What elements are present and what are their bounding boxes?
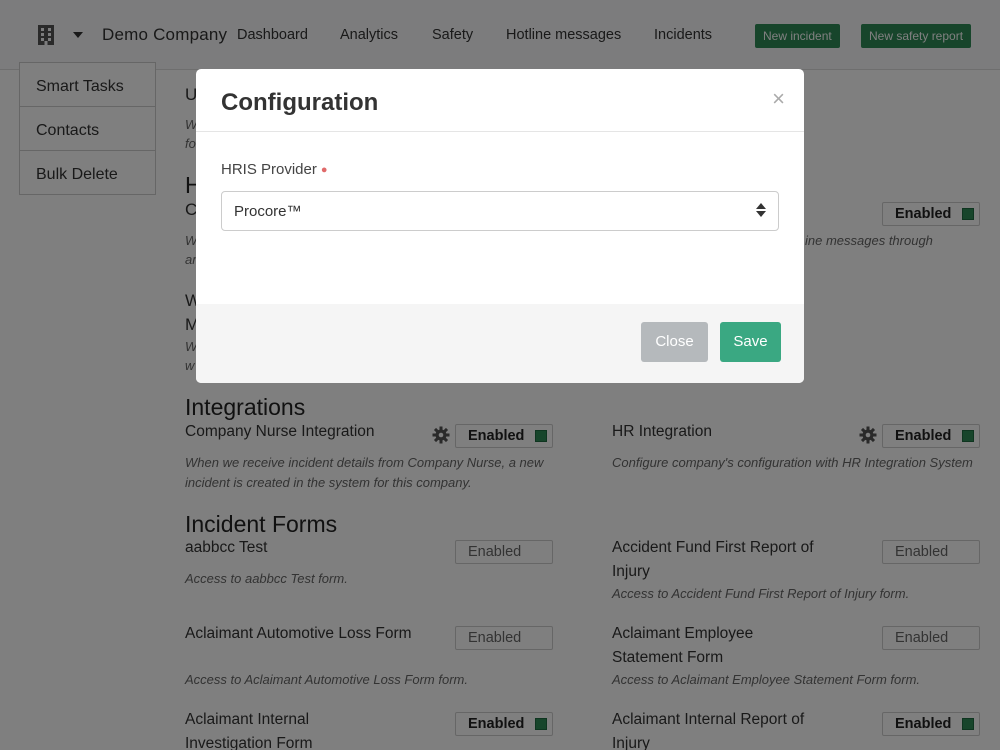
field-label-text: HRIS Provider (221, 161, 317, 178)
modal-footer: Close Save (196, 304, 804, 383)
required-indicator: ● (320, 164, 328, 176)
hris-provider-label: HRIS Provider ● (221, 161, 328, 178)
configuration-modal: Configuration × HRIS Provider ● Procore™ … (196, 69, 804, 383)
modal-title: Configuration (221, 89, 379, 116)
selected-value: Procore™ (234, 203, 302, 220)
hris-provider-select[interactable]: Procore™ (221, 191, 779, 231)
close-button[interactable]: Close (641, 322, 708, 362)
sort-updown-icon (756, 203, 766, 217)
save-button[interactable]: Save (720, 322, 781, 362)
close-icon[interactable]: × (772, 88, 785, 110)
modal-divider (196, 131, 804, 132)
